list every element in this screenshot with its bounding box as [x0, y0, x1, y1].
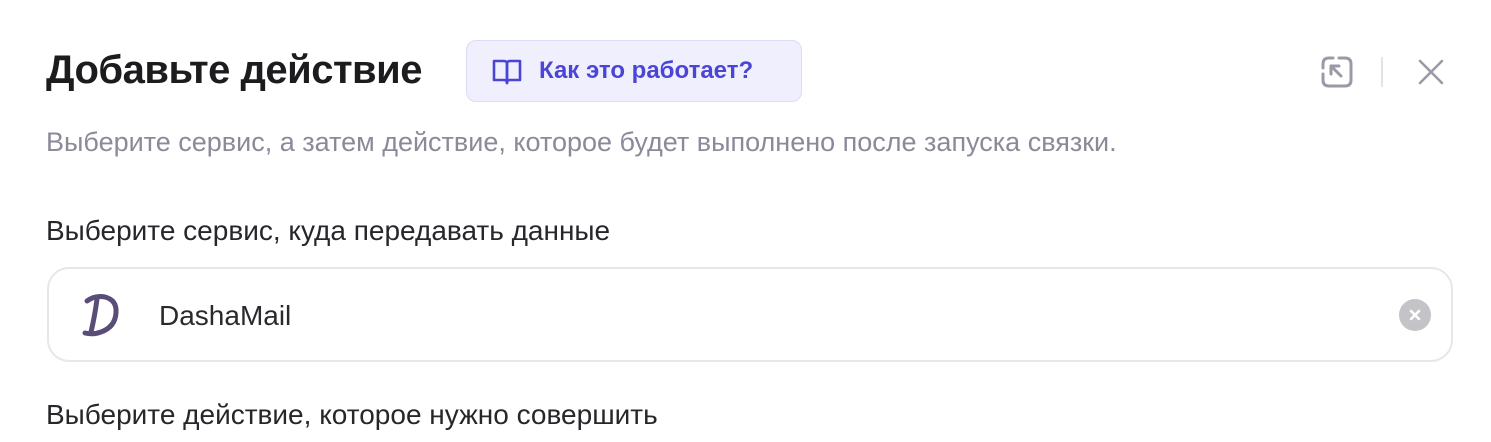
how-it-works-button[interactable]: Как это работает? [466, 40, 802, 102]
close-icon[interactable] [1411, 52, 1451, 92]
how-it-works-label: Как это работает? [539, 57, 754, 84]
action-field-label: Выберите действие, которое нужно соверши… [46, 399, 658, 430]
window-controls [1317, 50, 1451, 94]
clear-icon[interactable] [1399, 299, 1431, 331]
book-icon [491, 57, 523, 85]
service-field-label: Выберите сервис, куда передавать данные [46, 215, 611, 246]
controls-divider [1381, 57, 1383, 87]
dashamail-logo-icon [81, 291, 121, 339]
collapse-arrow-icon[interactable] [1317, 52, 1357, 92]
service-value: DashaMail [159, 300, 292, 331]
service-select[interactable]: DashaMail [47, 267, 1453, 362]
page-subtitle: Выберите сервис, а затем действие, котор… [46, 127, 1117, 157]
page-title: Добавьте действие [46, 48, 422, 92]
add-action-panel: Добавьте действие Как это работает? Выбе… [0, 0, 1491, 442]
